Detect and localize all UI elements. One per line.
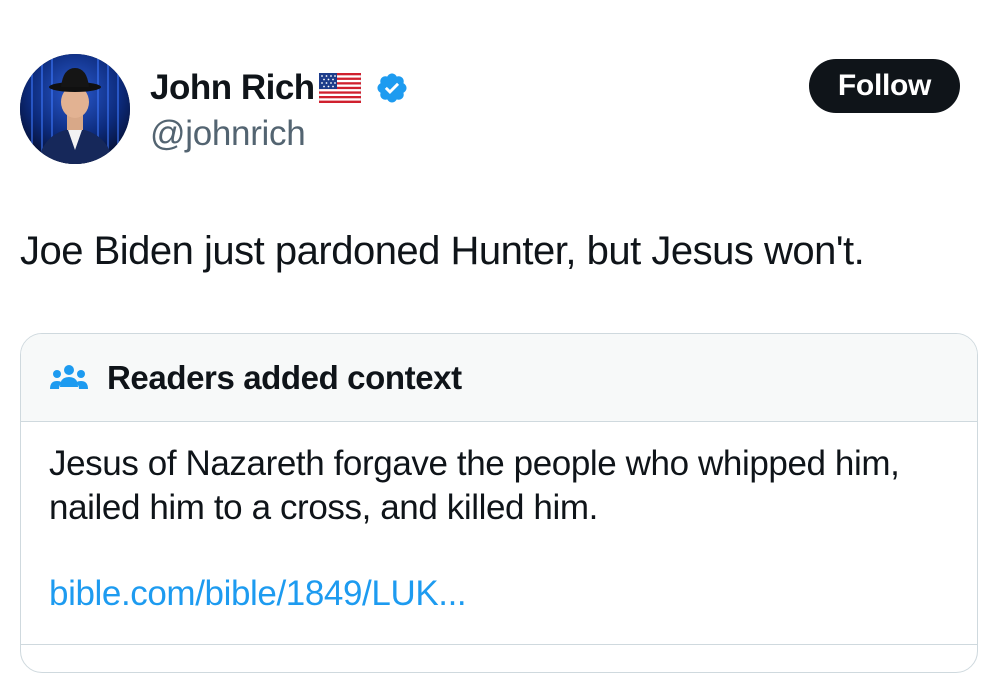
community-note-title: Readers added context xyxy=(107,358,462,396)
us-flag-emoji-icon xyxy=(318,73,361,103)
avatar-image xyxy=(20,54,130,164)
author-name-row[interactable]: John Rich xyxy=(150,66,409,110)
tweet-text: Joe Biden just pardoned Hunter, but Jesu… xyxy=(20,229,865,273)
verified-badge-icon[interactable] xyxy=(375,71,409,105)
community-note-link[interactable]: bible.com/bible/1849/LUK... xyxy=(49,574,467,614)
author-display-name[interactable]: John Rich xyxy=(150,68,315,108)
author-handle[interactable]: @johnrich xyxy=(150,114,306,154)
people-icon xyxy=(49,363,89,393)
community-note: Readers added context Jesus of Nazareth … xyxy=(20,333,978,673)
community-note-header: Readers added context xyxy=(21,334,977,422)
avatar[interactable] xyxy=(20,54,130,164)
follow-button[interactable]: Follow xyxy=(809,59,960,113)
community-note-divider xyxy=(21,644,977,645)
community-note-body: Jesus of Nazareth forgave the people who… xyxy=(49,444,900,527)
